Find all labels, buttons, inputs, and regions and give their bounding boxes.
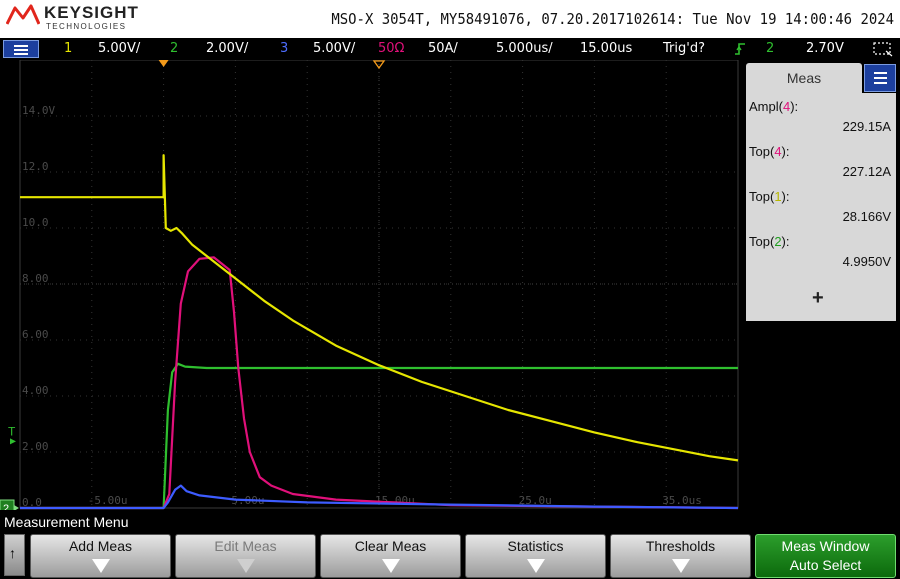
markers[interactable]: T2 — [0, 60, 386, 510]
softkey-label: Meas Window Auto Select — [781, 538, 870, 573]
add-measurement-button[interactable]: + — [812, 287, 824, 310]
meas-item[interactable]: Ampl(4): 229.15A — [746, 97, 896, 141]
up-arrow-icon: ↑ — [9, 545, 16, 561]
horizontal-delay[interactable]: 15.00us — [580, 41, 632, 56]
timebase-scale[interactable]: 5.000us/ — [496, 41, 553, 56]
meas-item[interactable]: Top(1): 28.166V — [746, 187, 896, 231]
add-meas-softkey[interactable]: Add Meas — [30, 534, 171, 578]
y-tick-label: 4.00 — [22, 384, 49, 397]
statistics-softkey[interactable]: Statistics — [465, 534, 606, 578]
keysight-logo-icon — [6, 4, 40, 25]
softkey-label: Statistics — [507, 538, 564, 554]
meas-label: Top(2): — [749, 234, 790, 249]
softkey-bar: Measurement Menu ↑ Add Meas Edit Meas Cl… — [0, 510, 900, 579]
y-tick-label: 8.00 — [22, 272, 49, 285]
softkey-label: Add Meas — [68, 538, 133, 554]
down-arrow-icon — [92, 559, 110, 573]
trigger-level[interactable]: 2.70V — [806, 41, 844, 56]
ch3-scale[interactable]: 5.00V/ — [313, 41, 355, 56]
waveform-plot[interactable]: 14.0V12.010.08.006.004.002.000.0 -5.00u 5… — [0, 60, 742, 510]
acquisition-icon[interactable] — [872, 41, 894, 57]
down-arrow-icon — [672, 559, 690, 573]
status-bar: 1 5.00V/ 2 2.00V/ 3 5.00V/ 50Ω 50A/ 5.00… — [0, 38, 900, 60]
meas-title: Meas — [786, 70, 822, 86]
meas-item[interactable]: Top(2): 4.9950V — [746, 232, 896, 276]
measurement-panel: Meas Ampl(4): 229.15A Top(4): 227.12A To… — [742, 60, 900, 510]
header: KEYSIGHT TECHNOLOGIES MSO-X 3054T, MY584… — [0, 0, 900, 38]
brand-subtitle: TECHNOLOGIES — [46, 22, 127, 31]
meas-label: Top(4): — [749, 144, 790, 159]
trigger-position-marker — [158, 60, 169, 67]
meas-tab[interactable]: Meas — [746, 63, 862, 93]
panel-menu-icon[interactable] — [864, 64, 896, 92]
x-axis-labels: -5.00u 5.00u 15.00u 25.0u 35.0us — [88, 494, 702, 507]
ch1-scale[interactable]: 5.00V/ — [98, 41, 140, 56]
y-tick-label: 10.0 — [22, 216, 49, 229]
brand-name: KEYSIGHT — [44, 3, 139, 22]
ch1-number[interactable]: 1 — [64, 41, 72, 56]
ch3-number[interactable]: 3 — [280, 41, 288, 56]
meas-label: Top(1): — [749, 189, 790, 204]
x-tick-label: -5.00u — [88, 494, 128, 507]
thresholds-softkey[interactable]: Thresholds — [610, 534, 751, 578]
trigger-status: Trig'd? — [663, 41, 705, 56]
down-arrow-icon — [237, 559, 255, 573]
y-tick-label: 6.00 — [22, 328, 49, 341]
trigger-level-marker: T — [8, 424, 16, 438]
ch2-scale[interactable]: 2.00V/ — [206, 41, 248, 56]
meas-item[interactable]: Top(4): 227.12A — [746, 142, 896, 186]
ground-marker-label: 2 — [3, 503, 9, 510]
softkey-label: Thresholds — [645, 538, 716, 554]
meas-value: 28.166V — [842, 209, 891, 224]
trigger-source[interactable]: 2 — [766, 41, 774, 56]
ch4-scale[interactable]: 50A/ — [428, 41, 458, 56]
y-tick-label: 12.0 — [22, 160, 49, 173]
down-arrow-icon — [382, 559, 400, 573]
edit-meas-softkey[interactable]: Edit Meas — [175, 534, 316, 578]
y-axis-labels: 14.0V12.010.08.006.004.002.000.0 — [22, 104, 55, 509]
meas-value: 4.9950V — [842, 254, 891, 269]
back-button[interactable]: ↑ — [4, 534, 25, 576]
main-menu-button[interactable] — [3, 40, 39, 58]
waveform-display[interactable]: 14.0V 12.0 10.0 8.00 6.00 4.00 2.00 0.0 -5.00u 5… — [0, 60, 742, 510]
meas-value: 227.12A — [842, 164, 891, 179]
ch4-impedance[interactable]: 50Ω — [378, 41, 404, 56]
softkey-label: Clear Meas — [354, 538, 427, 554]
down-arrow-icon — [527, 559, 545, 573]
meas-list: Ampl(4): 229.15A Top(4): 227.12A Top(1):… — [746, 93, 896, 321]
y-tick-label: 14.0V — [22, 104, 55, 117]
y-tick-label: 2.00 — [22, 440, 49, 453]
scope-info: MSO-X 3054T, MY58491076, 07.20.201710261… — [331, 10, 894, 28]
x-tick-label: 35.0us — [662, 494, 702, 507]
meas-window-softkey[interactable]: Meas Window Auto Select — [755, 534, 896, 578]
trigger-level-arrow — [10, 438, 16, 445]
softkey-label: Edit Meas — [214, 538, 277, 554]
meas-label: Ampl(4): — [749, 99, 799, 114]
meas-value: 229.15A — [842, 119, 891, 134]
ch2-number[interactable]: 2 — [170, 41, 178, 56]
menu-title: Measurement Menu — [4, 514, 129, 530]
rising-edge-icon — [735, 43, 745, 55]
clear-meas-softkey[interactable]: Clear Meas — [320, 534, 461, 578]
